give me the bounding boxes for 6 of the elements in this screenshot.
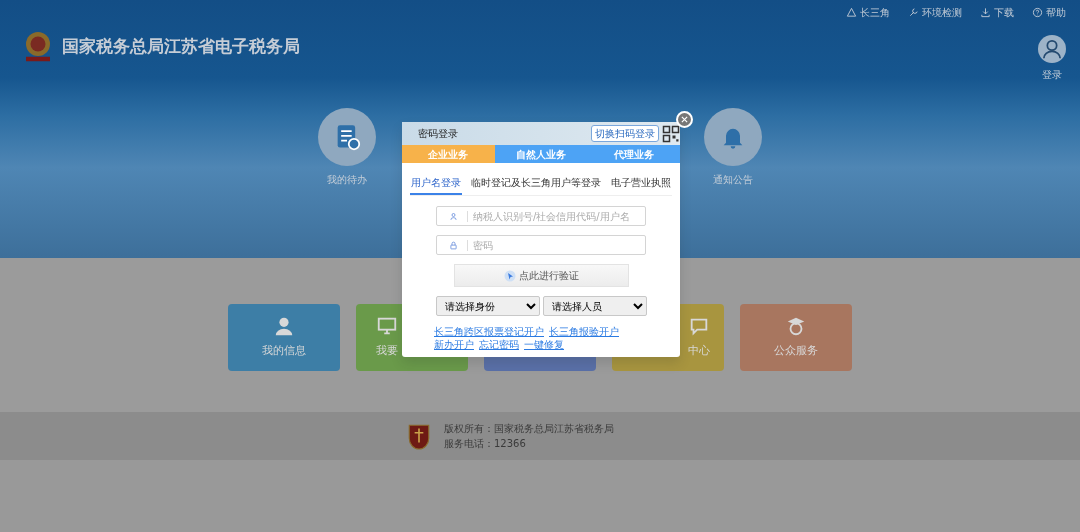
site-title: 国家税务总局江苏省电子税务局 [62, 35, 300, 59]
dialog-title: 密码登录 [418, 127, 458, 141]
banner-item-label: 我的待办 [327, 173, 367, 187]
phone-text: 服务电话：12366 [444, 437, 527, 451]
copyright-text: 版权所有：国家税务总局江苏省税务局 [444, 422, 614, 436]
banner-item-label: 通知公告 [713, 173, 753, 187]
